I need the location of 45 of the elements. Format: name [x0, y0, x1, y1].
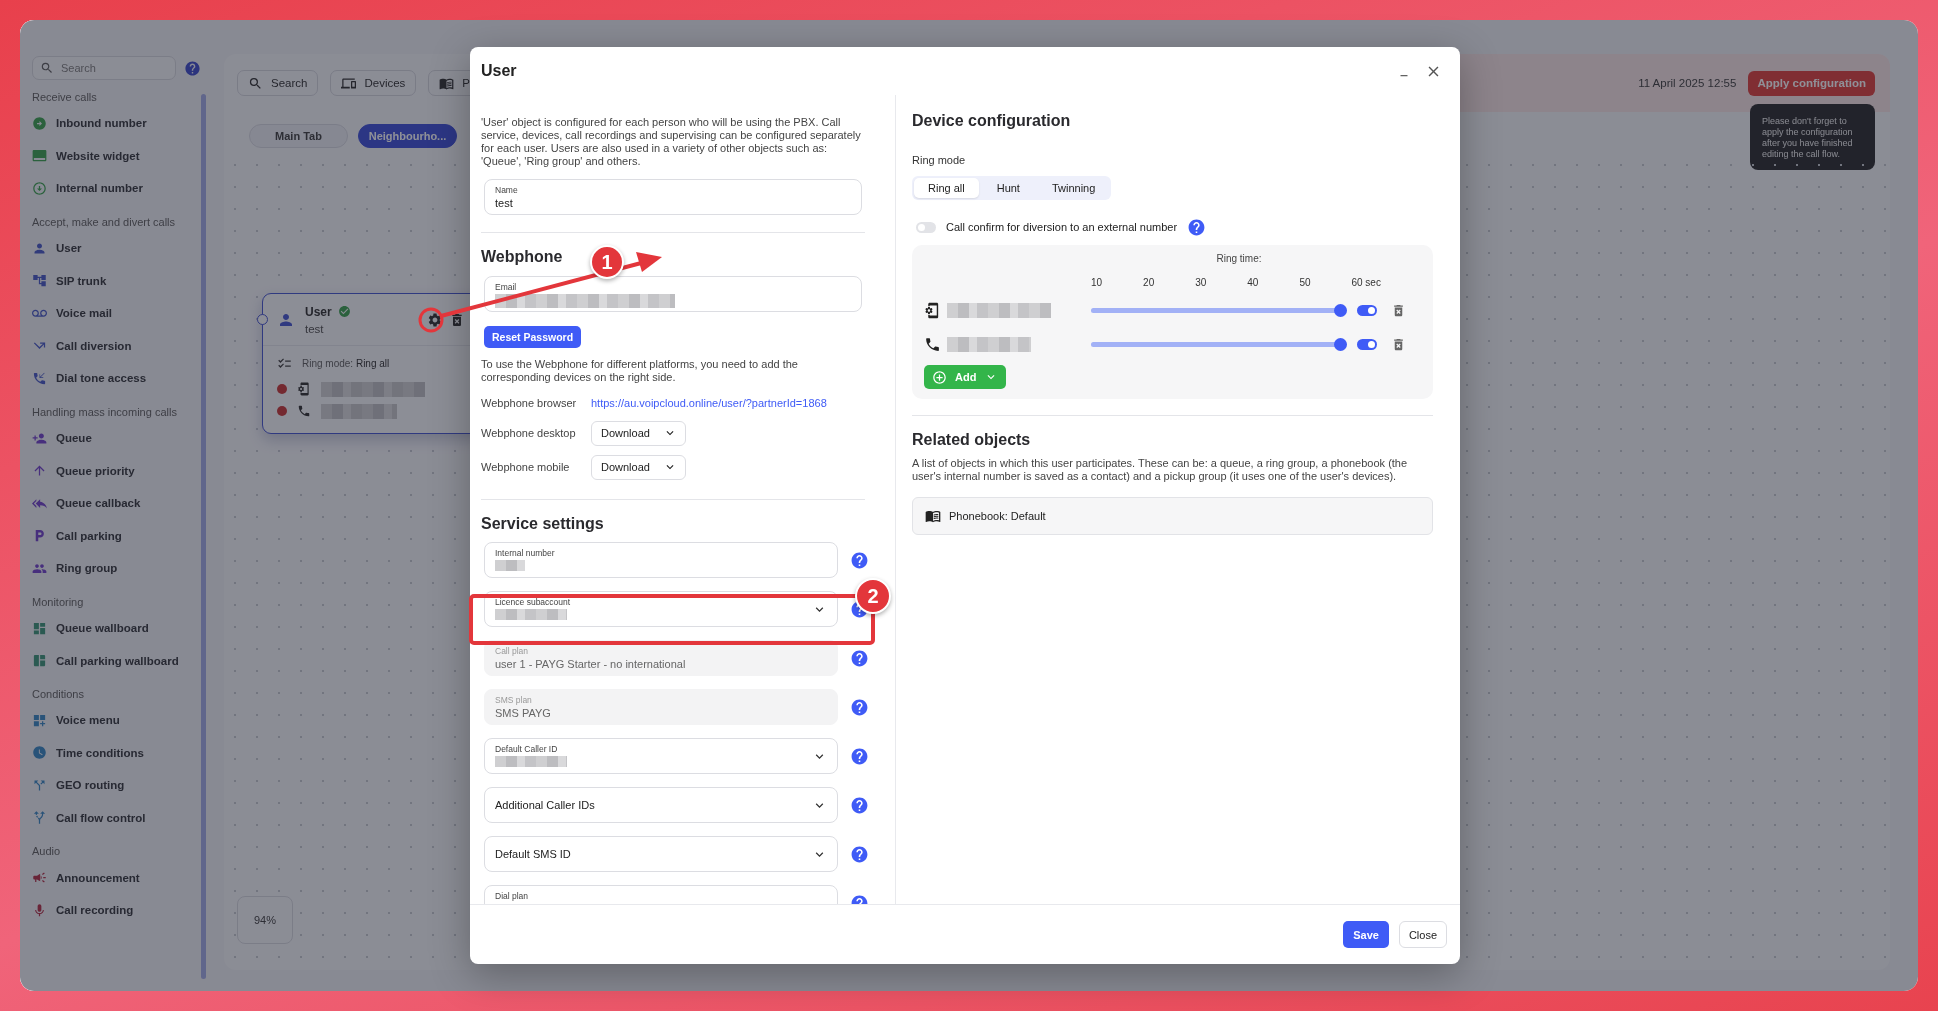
- field-value: test: [495, 197, 514, 209]
- ring-mode-text: Ring mode: Ring all: [302, 357, 390, 369]
- tick-label: 40: [1247, 276, 1259, 288]
- section-heading: Accept, make and divert calls: [32, 214, 177, 230]
- section-heading: Handling mass incoming calls: [32, 404, 178, 420]
- field-label: Name: [495, 185, 519, 195]
- section-heading: Webphone: [481, 248, 563, 266]
- field-label: Additional Caller IDs: [495, 799, 596, 811]
- field-value: SMS PAYG: [495, 707, 552, 719]
- tick-label: 30: [1195, 276, 1207, 288]
- row-label: Webphone mobile: [481, 461, 571, 473]
- ring-time-label: Ring time:: [1215, 253, 1263, 266]
- note: To use the Webphone for different platforms, you need to add the corresponding devices on the right side.: [481, 358, 799, 384]
- field-label: Ring mode: [912, 154, 967, 167]
- section-heading: Audio: [32, 844, 62, 860]
- field-label: Email: [495, 282, 518, 292]
- field-label: Licence subaccount: [495, 597, 572, 607]
- section-heading: Service settings: [481, 515, 604, 533]
- field-label: Default Caller ID: [495, 744, 559, 754]
- field-label: Default SMS ID: [495, 848, 572, 860]
- tick-label: 50: [1299, 276, 1311, 288]
- related-object-label: Phonebook: Default: [949, 510, 1046, 522]
- section-heading: Related objects: [912, 431, 1031, 449]
- date-time: 11 April 2025 12:55: [1638, 77, 1737, 89]
- field-label: Dial plan: [495, 891, 530, 901]
- toggle-label: Call confirm for diversion to an external number: [946, 220, 1178, 234]
- section-heading: Conditions: [32, 686, 85, 702]
- section-heading: Device configuration: [912, 112, 1071, 130]
- tick-label: 20: [1143, 276, 1155, 288]
- node-title: User: [305, 304, 332, 319]
- tick-label: 10: [1091, 276, 1103, 288]
- section-heading: Monitoring: [32, 594, 85, 610]
- field-label: Call plan: [495, 646, 530, 656]
- node-subtitle: test: [305, 322, 325, 335]
- dialog-title: User: [481, 62, 517, 80]
- field-value: user 1 - PAYG Starter - no international: [495, 658, 687, 670]
- field-label: Internal number: [495, 548, 556, 558]
- row-label: Webphone desktop: [481, 427, 577, 439]
- section-heading: Receive calls: [32, 90, 98, 105]
- row-label: Webphone browser: [481, 397, 578, 409]
- tooltip: Please don't forget to apply the configuration after you have finished editing the call flow.: [1750, 103, 1875, 170]
- description: A list of objects in which this user participates. These can be: a queue, a ring group, a phonebook (the user's internal number is saved as a contact) and a pickup group (it uses one of the user's devices).: [912, 457, 1409, 483]
- tick-label: 60 sec: [1351, 276, 1381, 288]
- field-label: SMS plan: [495, 695, 533, 705]
- description: 'User' object is configured for each person who will be using the PBX. Call service, devices, call recordings and supervising can be configured separately for each user. Users are also used in a variety of other objects such as: 'Queue', 'Ring group' and others.: [481, 116, 862, 168]
